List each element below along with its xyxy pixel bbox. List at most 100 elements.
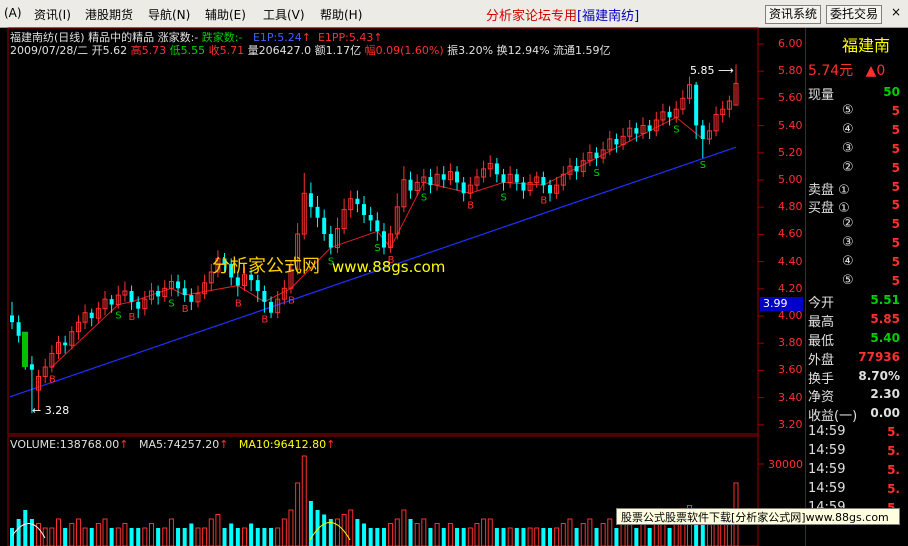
volume-bar (441, 528, 446, 546)
volume-bar (388, 523, 394, 546)
volume-bar (667, 528, 672, 546)
change-arrow: ▲0 (865, 63, 886, 79)
volume-bar (262, 528, 267, 546)
green-block (22, 331, 28, 367)
low-annotation-value: 3.28 (44, 404, 70, 417)
volume-bar (574, 528, 579, 546)
buy-signal: B (467, 201, 474, 212)
volume-bar (348, 509, 354, 546)
footer-banner[interactable]: 股票公式股票软件下载[分析家公式网]www.88gs.com (616, 508, 900, 525)
volume-bar (673, 523, 679, 546)
quote-row-label: 14:59 (808, 480, 846, 496)
volume-bar (148, 523, 154, 546)
volume-bar (521, 528, 526, 546)
misc-values: 振3.20% 换12.94% 流通1.59亿 (447, 44, 611, 57)
candle-body (667, 111, 672, 118)
volume-bar (136, 528, 141, 546)
candle-body (109, 299, 114, 305)
watermark-url: www.88gs.com (332, 258, 446, 276)
candle-body (156, 291, 161, 297)
candle-body (501, 174, 506, 183)
quote-row-label: 最低 (808, 333, 835, 349)
candle-body (182, 288, 187, 296)
volume-bar (195, 527, 201, 546)
quote-row-label: 最高 (808, 314, 835, 330)
quote-row-value: 8.70% (858, 368, 900, 383)
volume-bar (355, 519, 360, 546)
volume-bar (115, 527, 121, 546)
volume-bar (23, 510, 28, 546)
quote-row-value: 5 (891, 103, 900, 118)
price-tick: 5.60 (778, 91, 803, 105)
volume-bar (208, 518, 214, 546)
volume-ma10: MA10:96412.80 (238, 438, 327, 451)
candle-body (355, 198, 360, 205)
volume-bar (49, 527, 55, 546)
buy-signal: B (49, 374, 56, 385)
volume-bar (447, 523, 453, 546)
candle-body (381, 231, 386, 248)
candle-body (368, 215, 373, 221)
quote-row-label: ⑤ (842, 273, 854, 288)
price-tick: 4.60 (778, 227, 803, 241)
volume-bar (109, 528, 114, 546)
quote-row-value: 5 (891, 141, 900, 156)
price-tick: 3.40 (778, 390, 803, 404)
quote-row-label: 14:59 (808, 462, 846, 477)
candle-body (262, 291, 267, 302)
volume-bar (182, 528, 187, 546)
buy-signal: B (182, 304, 189, 315)
volume-bar (408, 519, 413, 546)
volume-bar (640, 523, 646, 546)
candle-body (514, 174, 519, 183)
volume-bar (461, 528, 466, 546)
volume-bar (334, 518, 340, 546)
volume-bar (215, 514, 221, 546)
quote-row-value: 5 (891, 236, 900, 251)
candle-body (29, 364, 34, 370)
candle-body (455, 171, 460, 183)
candle-body (235, 277, 240, 286)
volume-bar (255, 528, 260, 546)
quote-row-value: 50 (883, 85, 900, 99)
volume-bar (249, 523, 254, 546)
quote-row-label: ② (842, 216, 854, 232)
quote-row-value: 5. (887, 463, 900, 477)
price-tick: 4.20 (778, 281, 803, 295)
quote-row-label: ④ (842, 254, 854, 270)
volume-bar (607, 518, 613, 546)
volume-bar (467, 527, 473, 546)
candle-body (494, 163, 499, 175)
volume-bar (587, 518, 593, 546)
quote-row-label: 14:59 (808, 424, 846, 440)
candle-body (63, 342, 68, 346)
candle-body (16, 322, 21, 336)
price-tick: 4.80 (778, 200, 803, 214)
candle-body (89, 312, 94, 319)
quote-row-label: 卖盘 ① (808, 182, 850, 198)
volume-bar (560, 523, 566, 546)
candle-body (634, 128, 639, 134)
volume-bar (474, 523, 480, 546)
candle-body (255, 280, 260, 291)
candle-body (375, 220, 380, 232)
candle-body (315, 206, 320, 218)
candle-body (408, 179, 413, 191)
volume-bar (414, 523, 420, 546)
price-tick: 3.80 (778, 336, 803, 350)
buy-signal: B (235, 298, 242, 309)
volume-bar (269, 528, 274, 546)
candle-body (441, 174, 446, 180)
volume-bar (580, 523, 586, 546)
volume-bar (534, 527, 540, 546)
sell-signal: S (501, 193, 507, 204)
candle-body (176, 281, 181, 289)
quote-row-label: 换手 (808, 371, 835, 387)
volume-bar (401, 509, 407, 546)
volume-bar (281, 518, 287, 546)
volume-bar (455, 528, 460, 546)
volume-bar (421, 518, 427, 546)
candle-body (328, 234, 333, 248)
price-tick: 4.40 (778, 254, 803, 268)
volume-current: VOLUME:138768.00 (10, 438, 120, 451)
